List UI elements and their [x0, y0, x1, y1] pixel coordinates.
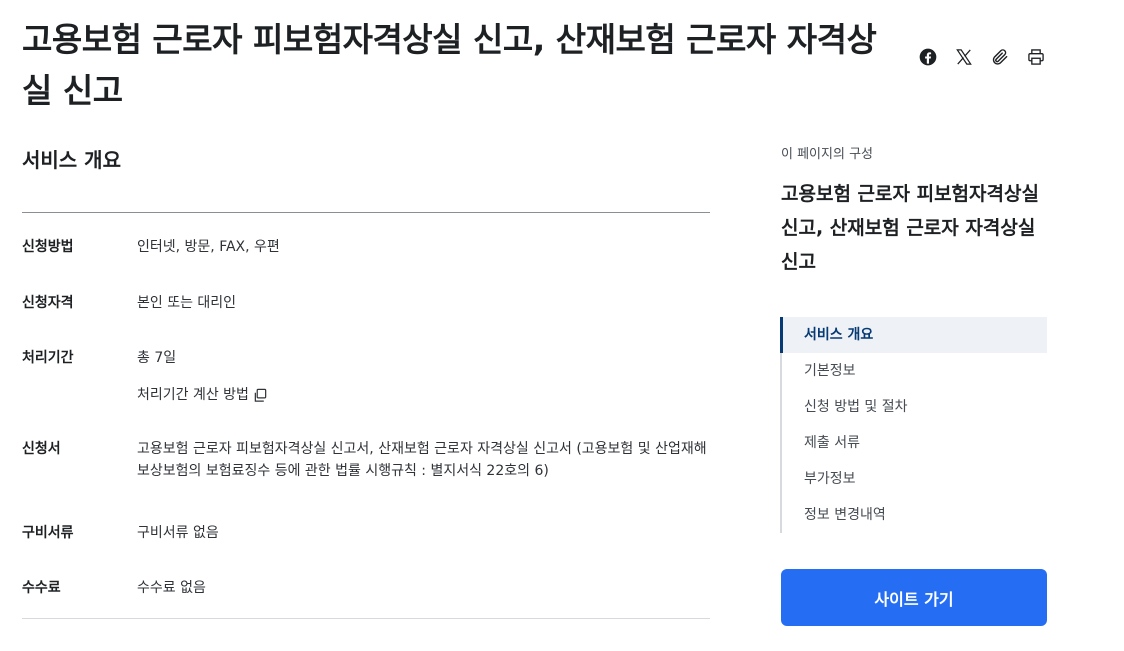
print-icon: [1028, 49, 1044, 65]
page-title: 고용보험 근로자 피보험자격상실 신고, 산재보험 근로자 자격상실 신고: [22, 20, 877, 110]
info-label: 수수료: [22, 580, 61, 596]
toc-nav: 서비스 개요 기본정보 신청 방법 및 절차 제출 서류 부가정보 정보 변경내…: [780, 317, 1047, 533]
toc-title: 고용보험 근로자 피보험자격상실 신고, 산재보험 근로자 자격상실 신고: [781, 183, 1039, 273]
print-button[interactable]: [1024, 44, 1048, 70]
info-value: 고용보험 근로자 피보험자격상실 신고서, 산재보험 근로자 자격상실 신고서 …: [137, 441, 707, 479]
info-row-method: 신청방법 인터넷, 방문, FAX, 우편: [22, 213, 710, 269]
x-share-button[interactable]: [952, 44, 976, 70]
toc-item-documents[interactable]: 제출 서류: [782, 425, 1047, 461]
info-value: 구비서류 없음: [137, 525, 219, 541]
info-label: 처리기간: [22, 350, 74, 366]
go-to-site-button[interactable]: 사이트 가기: [781, 569, 1047, 626]
info-label: 신청방법: [22, 239, 74, 255]
info-value: 수수료 없음: [137, 580, 206, 596]
share-toolbar: [916, 44, 1048, 70]
info-value: 본인 또는 대리인: [137, 295, 237, 311]
facebook-icon: [919, 48, 937, 66]
period-calc-label: 처리기간 계산 방법: [137, 387, 249, 403]
info-label: 구비서류: [22, 525, 74, 541]
toc-item-change-history[interactable]: 정보 변경내역: [782, 497, 1047, 533]
x-icon: [956, 49, 972, 65]
period-calc-link[interactable]: 처리기간 계산 방법: [137, 384, 268, 406]
info-row-application-form: 신청서 고용보험 근로자 피보험자격상실 신고서, 산재보험 근로자 자격상실 …: [22, 412, 710, 495]
facebook-share-button[interactable]: [916, 44, 940, 70]
info-label: 신청자격: [22, 295, 74, 311]
toc-item-overview[interactable]: 서비스 개요: [780, 317, 1047, 353]
copy-link-button[interactable]: [988, 44, 1012, 70]
copy-icon: [254, 388, 267, 402]
toc-caption: 이 페이지의 구성: [781, 147, 873, 162]
paperclip-icon: [992, 49, 1008, 65]
toc-item-basic-info[interactable]: 기본정보: [782, 353, 1047, 389]
info-label: 신청서: [22, 441, 61, 457]
info-row-fee: 수수료 수수료 없음: [22, 551, 710, 618]
info-value: 인터넷, 방문, FAX, 우편: [137, 239, 280, 255]
toc-item-additional-info[interactable]: 부가정보: [782, 461, 1047, 497]
info-row-period: 처리기간 총 7일 처리기간 계산 방법: [22, 325, 710, 412]
section-title: 서비스 개요: [22, 148, 121, 172]
info-value: 총 7일: [137, 350, 177, 366]
service-overview-table: 신청방법 인터넷, 방문, FAX, 우편 신청자격 본인 또는 대리인 처리기…: [22, 212, 710, 619]
info-value-group: 총 7일 처리기간 계산 방법: [137, 347, 710, 406]
info-row-qualification: 신청자격 본인 또는 대리인: [22, 269, 710, 325]
toc-item-method[interactable]: 신청 방법 및 절차: [782, 389, 1047, 425]
info-row-documents: 구비서류 구비서류 없음: [22, 495, 710, 551]
